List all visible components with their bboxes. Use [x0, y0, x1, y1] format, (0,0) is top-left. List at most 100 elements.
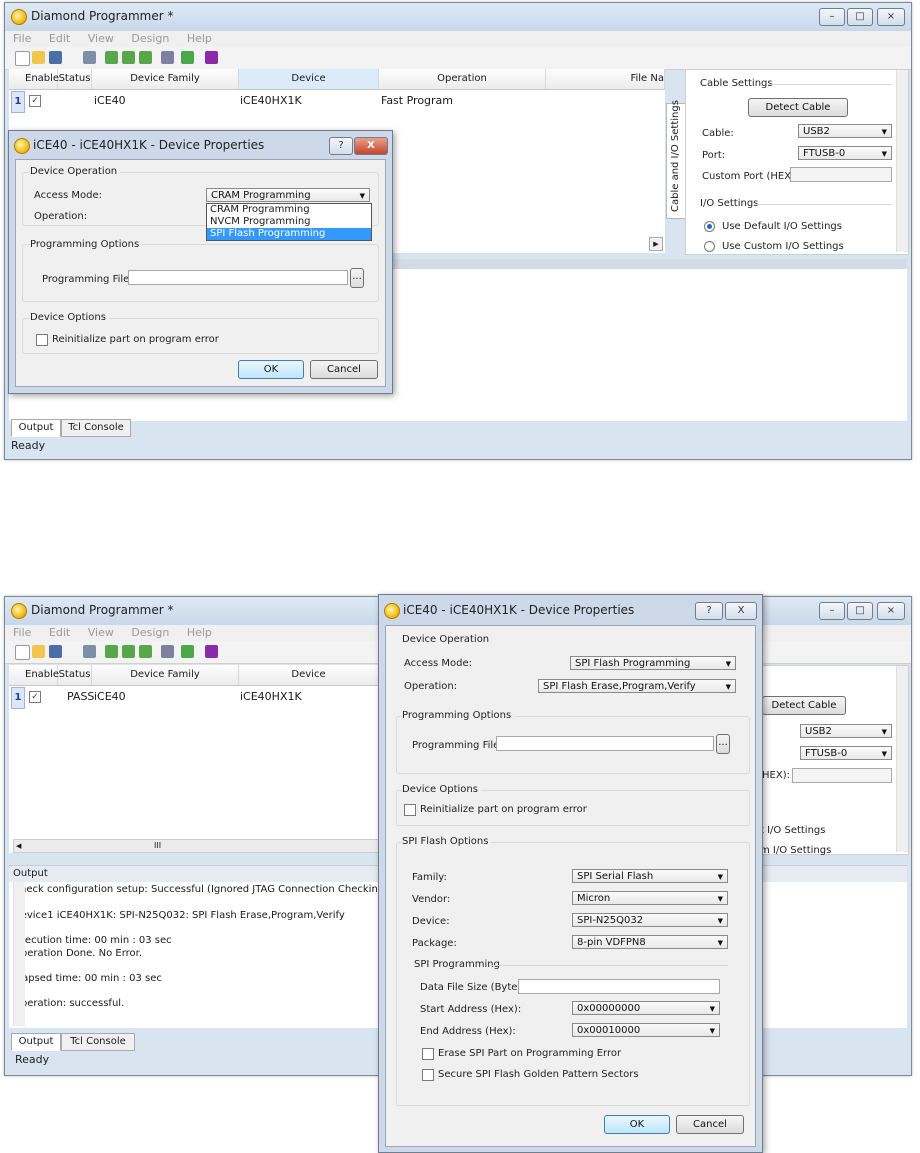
- log-icon[interactable]: [205, 645, 218, 658]
- maximize-button[interactable]: □: [847, 602, 873, 620]
- secure-spi-checkbox[interactable]: [422, 1069, 434, 1081]
- minimize-button[interactable]: –: [819, 602, 845, 620]
- custom-io-radio[interactable]: [704, 241, 715, 252]
- col-header-device-family[interactable]: Device Family: [92, 69, 239, 89]
- row-device[interactable]: iCE40HX1K: [240, 687, 302, 707]
- horizontal-scrollbar[interactable]: ◀ III: [13, 839, 379, 853]
- menu-help[interactable]: Help: [187, 31, 212, 47]
- log-icon[interactable]: [205, 51, 218, 64]
- dialog-close-button[interactable]: X: [354, 137, 388, 155]
- operation-select[interactable]: SPI Flash Erase,Program,Verify ▼: [538, 679, 736, 693]
- program-icon[interactable]: [105, 51, 118, 64]
- reinitialize-checkbox[interactable]: [36, 334, 48, 346]
- family-select[interactable]: SPI Serial Flash ▼: [572, 869, 728, 883]
- col-header-device-family[interactable]: Device Family: [92, 665, 239, 685]
- menu-help[interactable]: Help: [187, 625, 212, 641]
- menu-design[interactable]: Design: [131, 31, 169, 47]
- start-address-select[interactable]: 0x00000000 ▼: [572, 1001, 720, 1015]
- programming-file-input[interactable]: [496, 736, 714, 751]
- device-properties-icon[interactable]: [161, 645, 174, 658]
- menu-edit[interactable]: Edit: [49, 31, 70, 47]
- device-select[interactable]: SPI-N25Q032 ▼: [572, 913, 728, 927]
- scan-chain-icon[interactable]: [83, 51, 96, 64]
- col-header-device[interactable]: Device: [239, 69, 379, 89]
- col-header-operation[interactable]: Operation: [379, 69, 546, 89]
- tab-tcl-console[interactable]: Tcl Console: [61, 419, 131, 437]
- row-enable-checkbox[interactable]: ✓: [29, 691, 41, 703]
- menu-file[interactable]: File: [13, 625, 31, 641]
- custom-port-input[interactable]: [790, 167, 892, 182]
- row-device-family[interactable]: iCE40: [94, 91, 126, 111]
- program-all-icon[interactable]: [122, 645, 135, 658]
- access-option-nvcm[interactable]: NVCM Programming: [207, 216, 371, 228]
- cable-select[interactable]: USB2 ▼: [798, 124, 892, 138]
- dialog-close-button[interactable]: X: [725, 602, 757, 620]
- col-header-enable[interactable]: Enable: [25, 665, 59, 685]
- menu-view[interactable]: View: [88, 625, 114, 641]
- row-device-family[interactable]: iCE40: [94, 687, 126, 707]
- access-mode-select[interactable]: SPI Flash Programming ▼: [570, 656, 736, 670]
- tab-tcl-console[interactable]: Tcl Console: [61, 1033, 135, 1051]
- program-icon[interactable]: [105, 645, 118, 658]
- detect-cable-button[interactable]: Detect Cable: [748, 98, 848, 117]
- detect-cable-button[interactable]: Detect Cable: [762, 696, 846, 715]
- run-icon[interactable]: [181, 645, 194, 658]
- dialog-help-button[interactable]: ?: [695, 602, 723, 620]
- top-title-bar[interactable]: Diamond Programmer * – □ ×: [5, 3, 911, 31]
- row-number[interactable]: 1: [11, 687, 25, 709]
- custom-port-input[interactable]: [792, 768, 892, 783]
- dialog-cancel-button[interactable]: Cancel: [676, 1115, 744, 1134]
- access-option-spi-flash[interactable]: SPI Flash Programming: [207, 228, 371, 240]
- col-header-device[interactable]: Device: [239, 665, 379, 685]
- data-file-size-input[interactable]: [518, 979, 720, 994]
- port-select[interactable]: FTUSB-0 ▼: [798, 146, 892, 160]
- reinitialize-checkbox[interactable]: [404, 804, 416, 816]
- col-header-status[interactable]: Status: [58, 69, 92, 89]
- package-select[interactable]: 8-pin VDFPN8 ▼: [572, 935, 728, 949]
- settings-scrollbar[interactable]: [896, 666, 908, 852]
- close-window-button[interactable]: ×: [877, 602, 905, 620]
- open-folder-icon[interactable]: [32, 645, 45, 658]
- new-file-icon[interactable]: [15, 51, 30, 66]
- vendor-select[interactable]: Micron ▼: [572, 891, 728, 905]
- new-file-icon[interactable]: [15, 645, 30, 660]
- cable-select[interactable]: USB2 ▼: [800, 724, 892, 738]
- save-icon[interactable]: [49, 51, 62, 64]
- col-header-file-name[interactable]: File Na: [546, 69, 665, 89]
- browse-file-button[interactable]: ...: [350, 268, 364, 288]
- tab-output[interactable]: Output: [11, 1033, 61, 1051]
- default-io-radio[interactable]: [704, 221, 715, 232]
- row-device[interactable]: iCE40HX1K: [240, 91, 302, 111]
- programming-file-input[interactable]: [128, 270, 348, 285]
- program-all-icon[interactable]: [122, 51, 135, 64]
- run-icon[interactable]: [181, 51, 194, 64]
- dialog-cancel-button[interactable]: Cancel: [310, 360, 378, 379]
- close-window-button[interactable]: ×: [877, 8, 905, 26]
- open-folder-icon[interactable]: [32, 51, 45, 64]
- verify-icon[interactable]: [139, 645, 152, 658]
- h-scroll-right-arrow[interactable]: ▶: [649, 237, 663, 251]
- settings-scrollbar[interactable]: [896, 70, 908, 252]
- row-number[interactable]: 1: [11, 91, 25, 113]
- col-header-status[interactable]: Status: [58, 665, 92, 685]
- tab-output[interactable]: Output: [11, 419, 61, 437]
- row-status[interactable]: PASS: [67, 687, 94, 707]
- cable-io-settings-vertical-tab[interactable]: Cable and I/O Settings: [666, 100, 686, 219]
- end-address-select[interactable]: 0x00010000 ▼: [572, 1023, 720, 1037]
- access-mode-select[interactable]: CRAM Programming ▼: [206, 188, 370, 202]
- save-icon[interactable]: [49, 645, 62, 658]
- browse-file-button[interactable]: ...: [716, 734, 730, 754]
- port-select[interactable]: FTUSB-0 ▼: [800, 746, 892, 760]
- output-scrollbar[interactable]: [13, 882, 25, 1026]
- access-option-cram[interactable]: CRAM Programming: [207, 204, 371, 216]
- scroll-thumb-grip[interactable]: III: [154, 840, 161, 852]
- dialog-ok-button[interactable]: OK: [238, 360, 304, 379]
- minimize-button[interactable]: –: [819, 8, 845, 26]
- col-header-enable[interactable]: Enable: [25, 69, 59, 89]
- dialog-ok-button[interactable]: OK: [604, 1115, 670, 1134]
- device-properties-icon[interactable]: [161, 51, 174, 64]
- menu-view[interactable]: View: [88, 31, 114, 47]
- menu-file[interactable]: File: [13, 31, 31, 47]
- menu-design[interactable]: Design: [131, 625, 169, 641]
- row-enable-checkbox[interactable]: ✓: [29, 95, 41, 107]
